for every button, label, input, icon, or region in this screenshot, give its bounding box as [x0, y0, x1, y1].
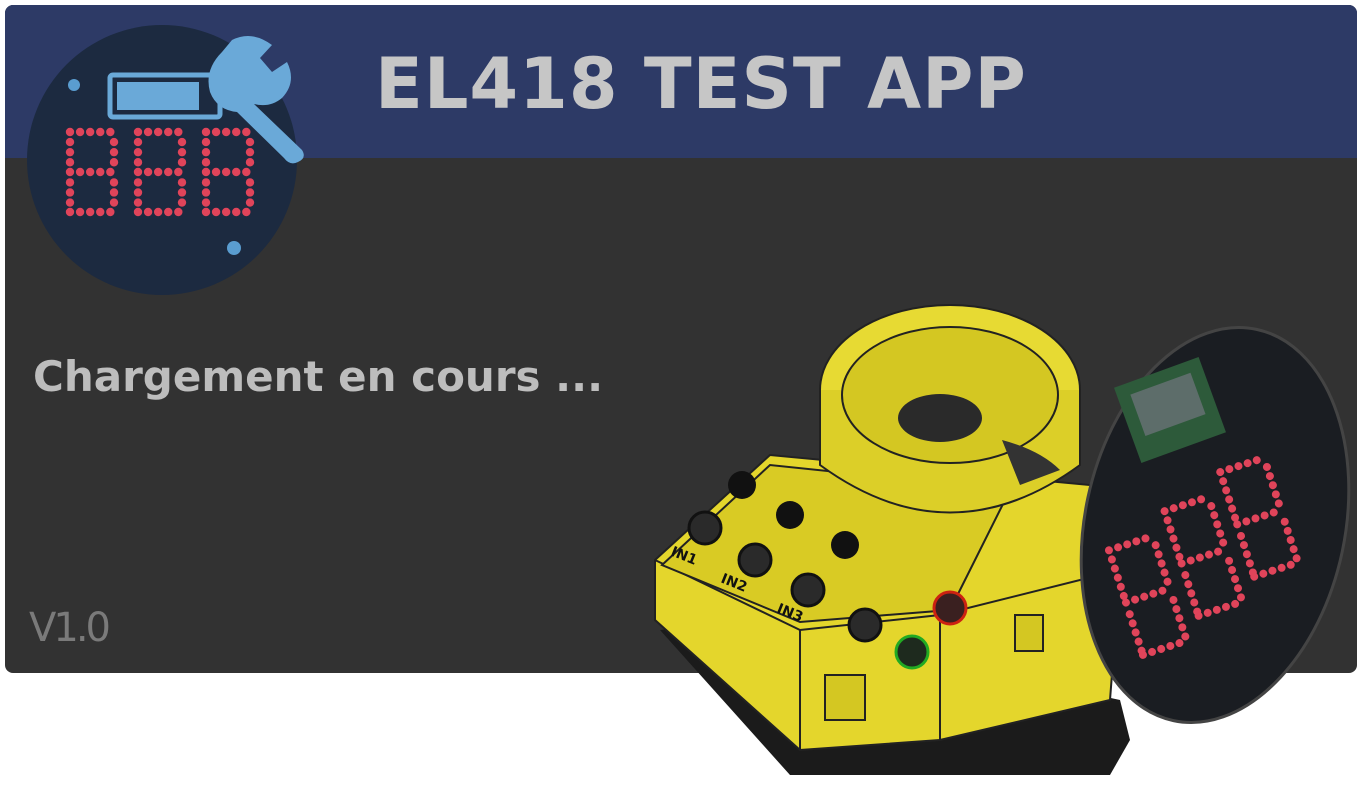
test-fixture-device-image: IN1 IN2 IN3 [654, 304, 1351, 775]
loading-status-text: Chargement en cours ... [33, 352, 604, 401]
app-title: EL418 TEST APP [375, 43, 1027, 125]
segment-display-wrench-icon [27, 25, 304, 295]
version-label: V1.0 [29, 605, 111, 651]
